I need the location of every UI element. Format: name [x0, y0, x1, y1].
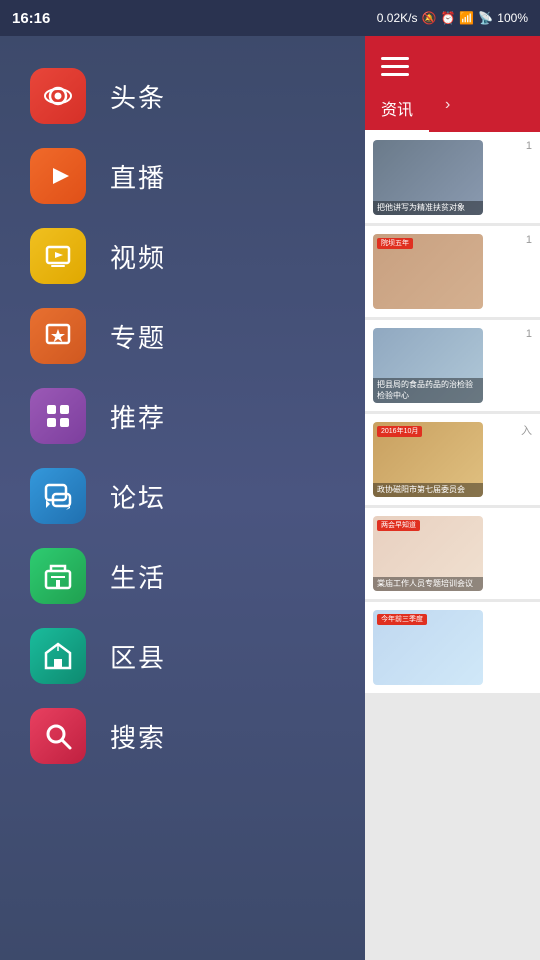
news-meta: 1: [491, 328, 532, 403]
tab-news[interactable]: 资讯: [365, 96, 429, 132]
signal-icon: 📡: [478, 11, 493, 25]
news-time: 1: [491, 140, 532, 152]
news-meta: 入: [491, 422, 532, 497]
live-icon: [30, 148, 86, 204]
forum-icon: [30, 468, 86, 524]
news-time: 入: [491, 422, 532, 438]
news-thumbnail: 院坝五年: [373, 234, 483, 309]
news-item[interactable]: 把县局的食品药品的治检验检验中心 1: [365, 320, 540, 411]
sidebar-item-recommend[interactable]: 推荐: [0, 376, 365, 456]
thumb-badge: 2016年10月: [377, 426, 422, 437]
content-tabs: 资讯 ›: [365, 96, 540, 132]
news-time: 1: [491, 234, 532, 246]
thumb-overlay: 把他讲写为精准扶贫对象: [373, 201, 483, 215]
sidebar-item-video[interactable]: 视频: [0, 216, 365, 296]
wifi-icon: 📶: [459, 11, 474, 25]
recommend-icon: [30, 388, 86, 444]
main-layout: 头条直播视频专题推荐论坛生活区县搜索 资讯 › 把他讲写为精准扶贫对象1院坝五年…: [0, 36, 540, 960]
sidebar-item-life[interactable]: 生活: [0, 536, 365, 616]
thumb-badge: 两会早知道: [377, 520, 420, 531]
news-feed[interactable]: 把他讲写为精准扶贫对象 1 院坝五年 1 把县局的食品药品的治检验检验中心 1 2016年1…: [365, 132, 540, 960]
sidebar-item-live[interactable]: 直播: [0, 136, 365, 216]
thumb-badge: 今年前三季度: [377, 614, 427, 625]
headlines-label: 头条: [110, 78, 166, 115]
menu-line-1: [381, 57, 409, 60]
tab-more[interactable]: ›: [429, 96, 466, 132]
district-icon: [30, 628, 86, 684]
news-thumbnail: 把他讲写为精准扶贫对象: [373, 140, 483, 215]
menu-line-3: [381, 73, 409, 76]
news-thumbnail: 两会早知道棠庙工作人员专题培训会议: [373, 516, 483, 591]
sidebar-item-forum[interactable]: 论坛: [0, 456, 365, 536]
video-icon: [30, 228, 86, 284]
sidebar-item-topics[interactable]: 专题: [0, 296, 365, 376]
sidebar-item-search[interactable]: 搜索: [0, 696, 365, 776]
news-meta: [491, 516, 532, 591]
headlines-icon: [30, 68, 86, 124]
video-label: 视频: [110, 238, 166, 275]
news-meta: 1: [491, 140, 532, 215]
news-item[interactable]: 两会早知道棠庙工作人员专题培训会议: [365, 508, 540, 599]
topics-icon: [30, 308, 86, 364]
status-time: 16:16: [12, 10, 50, 27]
thumb-overlay: 把县局的食品药品的治检验检验中心: [373, 378, 483, 403]
news-item[interactable]: 院坝五年 1: [365, 226, 540, 317]
news-meta: 1: [491, 234, 532, 309]
district-label: 区县: [110, 638, 166, 675]
news-item[interactable]: 2016年10月政协磁阳市第七届委员会入: [365, 414, 540, 505]
status-bar: 16:16 0.02K/s 🔕 ⏰ 📶 📡 100%: [0, 0, 540, 36]
topics-label: 专题: [110, 318, 166, 355]
news-thumbnail: 2016年10月政协磁阳市第七届委员会: [373, 422, 483, 497]
live-label: 直播: [110, 158, 166, 195]
search-icon: [30, 708, 86, 764]
sidebar: 头条直播视频专题推荐论坛生活区县搜索: [0, 36, 365, 960]
content-header: [365, 36, 540, 96]
thumb-badge: 院坝五年: [377, 238, 413, 249]
life-label: 生活: [110, 558, 166, 595]
alarm-icon: ⏰: [440, 11, 455, 25]
sidebar-item-headlines[interactable]: 头条: [0, 56, 365, 136]
menu-line-2: [381, 65, 409, 68]
news-thumbnail: 把县局的食品药品的治检验检验中心: [373, 328, 483, 403]
news-thumbnail: 今年前三季度: [373, 610, 483, 685]
news-time: 1: [491, 328, 532, 340]
recommend-label: 推荐: [110, 398, 166, 435]
sidebar-item-district[interactable]: 区县: [0, 616, 365, 696]
news-meta: [491, 610, 532, 685]
hamburger-menu[interactable]: [381, 57, 409, 76]
thumb-overlay: 政协磁阳市第七届委员会: [373, 483, 483, 497]
forum-label: 论坛: [110, 478, 166, 515]
status-right: 0.02K/s 🔕 ⏰ 📶 📡 100%: [377, 11, 528, 25]
content-panel: 资讯 › 把他讲写为精准扶贫对象 1 院坝五年 1 把县局的食品药品的治检验检验中心 1 2…: [365, 36, 540, 960]
mute-icon: 🔕: [421, 11, 436, 25]
search-label: 搜索: [110, 718, 166, 755]
news-item[interactable]: 把他讲写为精准扶贫对象 1: [365, 132, 540, 223]
news-item[interactable]: 今年前三季度: [365, 602, 540, 693]
life-icon: [30, 548, 86, 604]
thumb-overlay: 棠庙工作人员专题培训会议: [373, 577, 483, 591]
network-speed: 0.02K/s: [377, 11, 418, 25]
battery: 100%: [497, 11, 528, 25]
